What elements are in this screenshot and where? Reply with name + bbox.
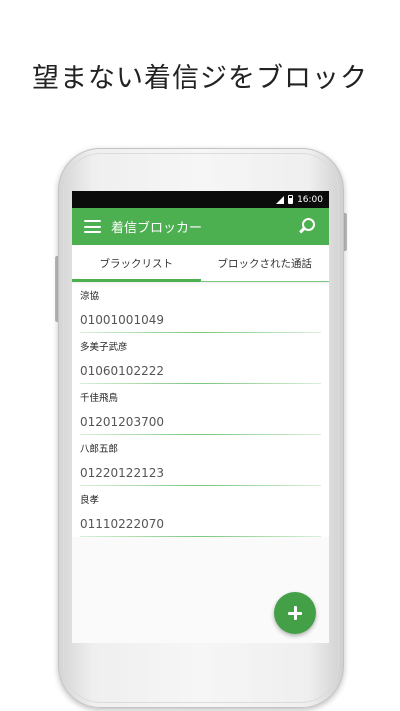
contact-name: 良孝: [80, 495, 100, 506]
menu-icon[interactable]: [84, 220, 101, 233]
contact-list: 涼協 01001001049 多美子武彦 01060102222 千佳飛鳥 01…: [72, 282, 329, 537]
status-bar: 16:00: [72, 191, 329, 208]
list-item[interactable]: 良孝 01110222070: [72, 486, 329, 537]
search-icon[interactable]: [297, 216, 319, 238]
signal-icon: [276, 195, 285, 204]
page-headline: 望まない着信ジをブロック: [32, 63, 368, 94]
app-bar: 着信ブロッカー: [72, 208, 329, 245]
list-item[interactable]: 多美子武彦 01060102222: [72, 333, 329, 384]
contact-name: 涼協: [80, 291, 100, 302]
add-contact-button[interactable]: [274, 592, 316, 634]
phone-screen: 16:00 着信ブロッカー ブラックリスト ブロックされた通話 涼協 01001…: [72, 191, 329, 643]
contact-number: 01001001049: [80, 313, 164, 327]
tab-blocked-calls[interactable]: ブロックされた通話: [201, 245, 330, 282]
contact-number: 01201203700: [80, 415, 164, 429]
plus-icon: [288, 606, 302, 620]
app-title: 着信ブロッカー: [111, 221, 203, 236]
tab-bar: ブラックリスト ブロックされた通話: [72, 245, 329, 282]
tab-blacklist[interactable]: ブラックリスト: [72, 245, 201, 282]
contact-number: 01060102222: [80, 364, 164, 378]
battery-icon: [288, 195, 294, 204]
list-item[interactable]: 涼協 01001001049: [72, 282, 329, 333]
list-item[interactable]: 千佳飛鳥 01201203700: [72, 384, 329, 435]
contact-name: 多美子武彦: [80, 342, 128, 353]
contact-name: 八郎五郎: [80, 444, 119, 455]
divider: [80, 536, 321, 537]
contact-number: 01220122123: [80, 466, 164, 480]
status-time: 16:00: [297, 194, 323, 205]
list-item[interactable]: 八郎五郎 01220122123: [72, 435, 329, 486]
contact-name: 千佳飛鳥: [80, 393, 119, 404]
contact-number: 01110222070: [80, 517, 164, 531]
